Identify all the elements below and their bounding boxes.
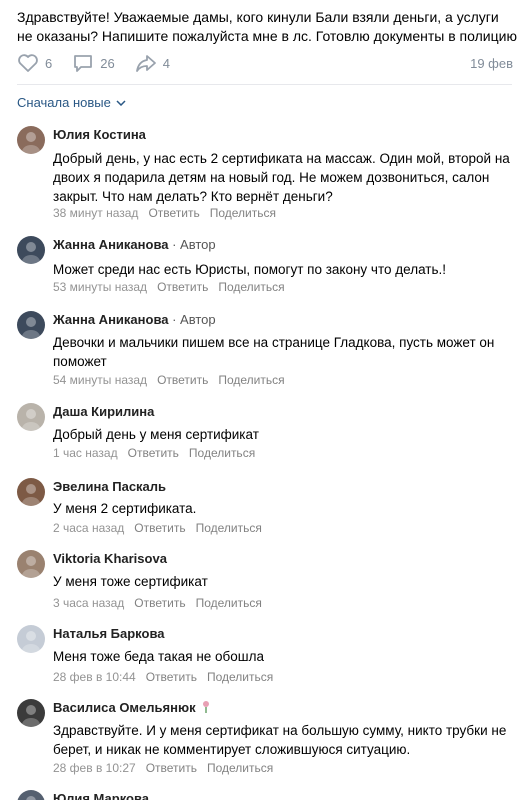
comment-time[interactable]: 2 часа назад bbox=[53, 521, 124, 535]
comment-author[interactable]: Наталья Баркова bbox=[53, 626, 165, 641]
share-link[interactable]: Поделиться bbox=[218, 373, 284, 387]
comment-author[interactable]: Юлия Костина bbox=[53, 127, 146, 142]
flower-emoji-icon bbox=[200, 700, 212, 717]
comment-time[interactable]: 38 минут назад bbox=[53, 206, 138, 220]
comment-author[interactable]: Жанна Аниканова · Автор bbox=[53, 237, 216, 252]
comment-time[interactable]: 54 минуты назад bbox=[53, 373, 147, 387]
reply-link[interactable]: Ответить bbox=[148, 206, 199, 220]
post-text: Здравствуйте! Уважаемые дамы, кого кинул… bbox=[17, 9, 517, 44]
comment-author-name[interactable]: Юлия Костина bbox=[53, 127, 146, 142]
comment-meta: 3 часа назад Ответить Поделиться bbox=[53, 596, 272, 610]
share-link[interactable]: Поделиться bbox=[207, 670, 273, 684]
comment-author-name[interactable]: Василиса Омельянюк bbox=[53, 700, 196, 715]
comment-time[interactable]: 3 часа назад bbox=[53, 596, 124, 610]
avatar[interactable] bbox=[17, 699, 45, 727]
share-link[interactable]: Поделиться bbox=[189, 446, 255, 460]
comment-text: Добрый день у меня сертификат bbox=[53, 427, 259, 442]
comment-author-name[interactable]: Наталья Баркова bbox=[53, 626, 165, 641]
reply-link[interactable]: Ответить bbox=[157, 373, 208, 387]
chevron-down-icon bbox=[116, 99, 126, 106]
reply-link[interactable]: Ответить bbox=[146, 670, 197, 684]
comment-author-name[interactable]: Viktoria Kharisova bbox=[53, 551, 167, 566]
reply-link[interactable]: Ответить bbox=[134, 596, 185, 610]
comment-meta: 38 минут назад Ответить Поделиться bbox=[53, 206, 286, 220]
comment-time[interactable]: 28 фев в 10:27 bbox=[53, 761, 136, 775]
reply-link[interactable]: Ответить bbox=[134, 521, 185, 535]
share-link[interactable]: Поделиться bbox=[207, 761, 273, 775]
avatar[interactable] bbox=[17, 311, 45, 339]
sort-label: Сначала новые bbox=[17, 95, 111, 110]
comment-count: 26 bbox=[100, 55, 115, 71]
comment-author-name[interactable]: Юлия Маркова bbox=[53, 791, 149, 800]
comment-text: Меня тоже беда такая не обошла bbox=[53, 649, 265, 664]
share-count: 4 bbox=[162, 55, 170, 71]
comment-author[interactable]: Василиса Омельянюк bbox=[53, 700, 212, 717]
comment-text: У меня 2 сертификата. bbox=[53, 501, 197, 516]
comment-meta: 28 фев в 10:44 Ответить Поделиться bbox=[53, 670, 283, 684]
comment-author-name[interactable]: Даша Кирилина bbox=[53, 404, 154, 419]
comment-author[interactable]: Жанна Аниканова · Автор bbox=[53, 312, 216, 327]
comment-text: Может среди нас есть Юристы, помогут по … bbox=[53, 262, 447, 277]
author-badge: · Автор bbox=[168, 312, 216, 327]
avatar[interactable] bbox=[17, 790, 45, 800]
share-button[interactable]: 4 bbox=[135, 53, 170, 73]
avatar[interactable] bbox=[17, 478, 45, 506]
avatar[interactable] bbox=[17, 126, 45, 154]
comment-icon bbox=[74, 55, 93, 72]
comment-meta: 53 минуты назад Ответить Поделиться bbox=[53, 280, 295, 294]
divider bbox=[17, 84, 512, 85]
comment-meta: 54 минуты назад Ответить Поделиться bbox=[53, 373, 295, 387]
comment-author[interactable]: Эвелина Паскаль bbox=[53, 479, 166, 494]
reply-link[interactable]: Ответить bbox=[157, 280, 208, 294]
comment-author[interactable]: Даша Кирилина bbox=[53, 404, 154, 419]
author-badge: · Автор bbox=[168, 237, 216, 252]
share-link[interactable]: Поделиться bbox=[196, 521, 262, 535]
avatar[interactable] bbox=[17, 236, 45, 264]
comment-meta: 28 фев в 10:27 Ответить Поделиться bbox=[53, 761, 283, 775]
comment-meta: 1 час назад Ответить Поделиться bbox=[53, 446, 265, 460]
comment-meta: 2 часа назад Ответить Поделиться bbox=[53, 521, 272, 535]
comment-author[interactable]: Юлия Маркова bbox=[53, 791, 149, 800]
post-date[interactable]: 19 фев bbox=[470, 56, 513, 71]
comment-text: Добрый день, у нас есть 2 сертификата на… bbox=[53, 151, 510, 204]
share-link[interactable]: Поделиться bbox=[196, 596, 262, 610]
like-count: 6 bbox=[45, 55, 53, 71]
comment-author-name[interactable]: Эвелина Паскаль bbox=[53, 479, 166, 494]
like-button[interactable]: 6 bbox=[17, 53, 52, 73]
share-link[interactable]: Поделиться bbox=[218, 280, 284, 294]
comment-author-name[interactable]: Жанна Аниканова bbox=[53, 312, 169, 327]
reply-link[interactable]: Ответить bbox=[128, 446, 179, 460]
avatar[interactable] bbox=[17, 403, 45, 431]
sort-dropdown[interactable]: Сначала новые bbox=[17, 95, 126, 110]
avatar[interactable] bbox=[17, 550, 45, 578]
comment-text: У меня тоже сертификат bbox=[53, 574, 208, 589]
comment-author[interactable]: Viktoria Kharisova bbox=[53, 551, 167, 566]
avatar[interactable] bbox=[17, 625, 45, 653]
comment-time[interactable]: 28 фев в 10:44 bbox=[53, 670, 136, 684]
post-actions: 6 26 4 19 фев bbox=[17, 52, 513, 74]
heart-icon bbox=[18, 54, 38, 72]
comment-text: Девочки и мальчики пишем все на странице… bbox=[53, 335, 495, 369]
share-icon bbox=[135, 55, 156, 72]
comment-button[interactable]: 26 bbox=[72, 53, 115, 73]
reply-link[interactable]: Ответить bbox=[146, 761, 197, 775]
comment-time[interactable]: 1 час назад bbox=[53, 446, 118, 460]
comment-text: Здравствуйте. И у меня сертификат на бол… bbox=[53, 723, 507, 757]
share-link[interactable]: Поделиться bbox=[210, 206, 276, 220]
comment-author-name[interactable]: Жанна Аниканова bbox=[53, 237, 169, 252]
comment-time[interactable]: 53 минуты назад bbox=[53, 280, 147, 294]
